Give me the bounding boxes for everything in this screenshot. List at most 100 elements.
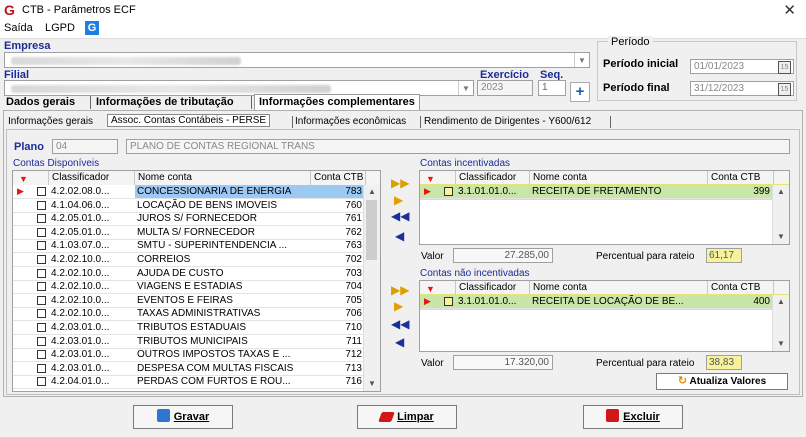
contas-nao-incentivadas-grid[interactable]: ▼ Classificador Nome conta Conta CTB ▶ 3.… — [419, 280, 790, 352]
scroll-up-icon[interactable]: ▲ — [773, 295, 789, 309]
scroll-down-icon[interactable]: ▼ — [773, 230, 789, 244]
sort-arrow-icon: ▼ — [426, 174, 435, 184]
row-checkbox[interactable] — [37, 350, 46, 360]
col-nome-conta[interactable]: Nome conta — [135, 171, 311, 185]
subtab-rendimento-dirigentes[interactable]: Rendimento de Dirigentes - Y600/612 — [424, 116, 591, 127]
subtab-informacoes-economicas[interactable]: Informações econômicas — [295, 116, 406, 127]
scroll-down-icon[interactable]: ▼ — [773, 337, 789, 351]
chevron-down-icon[interactable]: ▼ — [574, 53, 589, 67]
row-checkbox[interactable] — [37, 255, 46, 264]
remove-one-icon[interactable]: ◀ — [395, 230, 404, 242]
contas-incentivadas-grid[interactable]: ▼ Classificador Nome conta Conta CTB ▶ 3.… — [419, 170, 790, 245]
vertical-scrollbar[interactable]: ▲ ▼ — [772, 185, 789, 244]
table-row[interactable]: ▶ 4.2.02.08.0... CONCESSIONARIA DE ENERGIA… — [13, 185, 380, 199]
seq-field[interactable]: 1 — [538, 80, 566, 96]
subtab-informacoes-gerais[interactable]: Informações gerais — [8, 116, 93, 127]
row-checkbox[interactable] — [444, 297, 453, 306]
exercicio-field[interactable]: 2023 — [477, 80, 533, 96]
col-classificador[interactable]: Classificador — [49, 171, 135, 185]
chevron-down-icon[interactable]: ▼ — [458, 81, 473, 95]
eraser-icon — [378, 412, 395, 422]
cell-classificador: 4.1.04.06.0... — [51, 199, 110, 211]
excluir-button[interactable]: Excluir — [583, 405, 683, 429]
calendar-icon[interactable]: 15 — [778, 83, 791, 96]
col-conta-ctb[interactable]: Conta CTB — [311, 171, 366, 185]
valor-nao-incentivadas-label: Valor — [421, 358, 444, 369]
table-row[interactable]: 4.1.03.07.0... SMTU - SUPERINTENDENCIA ..… — [13, 239, 380, 254]
remove-all-icon[interactable]: ◀◀ — [391, 210, 409, 222]
contas-disponiveis-grid[interactable]: ▼ Classificador Nome conta Conta CTB ▶ 4.… — [12, 170, 381, 392]
row-checkbox[interactable] — [37, 268, 46, 278]
gravar-button[interactable]: Gravar — [133, 405, 233, 429]
calendar-icon[interactable]: 15 — [778, 61, 791, 74]
empresa-combo[interactable]: ▼ — [4, 52, 590, 68]
lgpd-icon[interactable]: G — [85, 21, 99, 35]
menu-bar — [0, 20, 806, 39]
col-nome-conta[interactable]: Nome conta — [530, 281, 708, 295]
table-row[interactable]: 4.2.03.01.0... TRIBUTOS ESTADUAIS 710 — [13, 321, 380, 335]
table-row[interactable]: 4.2.05.01.0... MULTA S/ FORNECEDOR 762 — [13, 226, 380, 240]
scroll-thumb[interactable] — [366, 200, 377, 260]
row-checkbox[interactable] — [37, 377, 46, 387]
tab-informacoes-complementares[interactable]: Informações complementares — [254, 94, 420, 111]
add-one-icon[interactable]: ▶ — [394, 194, 403, 206]
cell-nome-conta: RECEITA DE FRETAMENTO — [532, 186, 662, 197]
table-row[interactable]: 4.2.02.10.0... EVENTOS E FEIRAS 705 — [13, 294, 380, 308]
row-checkbox[interactable] — [37, 214, 46, 224]
row-checkbox[interactable] — [37, 336, 46, 346]
row-checkbox[interactable] — [37, 295, 46, 305]
table-row[interactable]: 4.2.03.01.0... TRIBUTOS MUNICIPAIS 711 — [13, 335, 380, 349]
row-checkbox[interactable] — [37, 187, 46, 196]
periodo-final-field[interactable]: 31/12/2023 15 — [690, 81, 794, 96]
row-checkbox[interactable] — [37, 363, 46, 373]
menu-lgpd[interactable]: LGPD — [45, 22, 75, 34]
table-row[interactable]: 4.2.02.10.0... AJUDA DE CUSTO 703 — [13, 267, 380, 281]
row-checkbox[interactable] — [37, 282, 46, 292]
close-icon[interactable]: ✕ — [783, 1, 796, 19]
add-all-icon[interactable]: ▶▶ — [391, 284, 409, 296]
table-row[interactable]: 4.2.03.01.0... DESPESA COM MULTAS FISCAIS… — [13, 362, 380, 376]
cell-classificador: 4.2.02.10.0... — [51, 294, 110, 306]
scroll-down-icon[interactable]: ▼ — [364, 377, 380, 391]
atualiza-valores-button[interactable]: ↻ Atualiza Valores — [656, 373, 788, 390]
col-classificador[interactable]: Classificador — [456, 171, 530, 185]
subtab-assoc-contas-perse[interactable]: Assoc. Contas Contábeis - PERSE — [107, 114, 271, 127]
col-classificador[interactable]: Classificador — [456, 281, 530, 295]
menu-saida[interactable]: Saída — [4, 22, 33, 34]
current-row-indicator-icon: ▶ — [17, 186, 24, 196]
cell-conta-ctb: 760 — [345, 199, 362, 211]
remove-all-icon[interactable]: ◀◀ — [391, 318, 409, 330]
tab-informacoes-tributacao[interactable]: Informações de tributação — [96, 96, 234, 108]
row-checkbox[interactable] — [37, 309, 46, 319]
cell-nome-conta: DESPESA COM MULTAS FISCAIS — [137, 362, 294, 374]
add-one-icon[interactable]: ▶ — [394, 300, 403, 312]
add-all-icon[interactable]: ▶▶ — [391, 177, 409, 189]
scroll-up-icon[interactable]: ▲ — [773, 185, 789, 199]
row-checkbox[interactable] — [37, 323, 46, 332]
table-row[interactable]: ▶ 3.1.01.01.0... RECEITA DE FRETAMENTO 399 — [420, 184, 789, 200]
table-row[interactable]: 4.2.03.01.0... OUTROS IMPOSTOS TAXAS E ..… — [13, 348, 380, 363]
table-row[interactable]: 4.2.02.10.0... CORREIOS 702 — [13, 253, 380, 267]
add-button[interactable]: + — [570, 82, 590, 102]
row-checkbox[interactable] — [37, 200, 46, 210]
table-row[interactable]: 4.2.05.01.0... JUROS S/ FORNECEDOR 761 — [13, 212, 380, 227]
row-checkbox[interactable] — [37, 241, 46, 251]
cell-conta-ctb: 763 — [345, 240, 362, 252]
table-row[interactable]: 4.1.04.06.0... LOCAÇÃO DE BENS IMOVEIS 760 — [13, 199, 380, 213]
row-checkbox[interactable] — [37, 227, 46, 237]
vertical-scrollbar[interactable]: ▲ ▼ — [363, 185, 380, 391]
row-checkbox[interactable] — [444, 187, 453, 196]
periodo-inicial-field[interactable]: 01/01/2023 15 — [690, 59, 794, 74]
col-nome-conta[interactable]: Nome conta — [530, 171, 708, 185]
limpar-button[interactable]: Limpar — [357, 405, 457, 429]
col-conta-ctb[interactable]: Conta CTB — [708, 171, 774, 185]
scroll-up-icon[interactable]: ▲ — [364, 185, 380, 199]
table-row[interactable]: 4.2.02.10.0... TAXAS ADMINISTRATIVAS 706 — [13, 307, 380, 322]
col-conta-ctb[interactable]: Conta CTB — [708, 281, 774, 295]
remove-one-icon[interactable]: ◀ — [395, 336, 404, 348]
tab-dados-gerais[interactable]: Dados gerais — [6, 96, 75, 108]
table-row[interactable]: ▶ 3.1.01.01.0... RECEITA DE LOCAÇÃO DE BE.… — [420, 294, 789, 310]
vertical-scrollbar[interactable]: ▲ ▼ — [772, 295, 789, 351]
table-row[interactable]: 4.2.02.10.0... VIAGENS E ESTADIAS 704 — [13, 280, 380, 295]
table-row[interactable]: 4.2.04.01.0... PERDAS COM FURTOS E ROU...… — [13, 375, 380, 390]
